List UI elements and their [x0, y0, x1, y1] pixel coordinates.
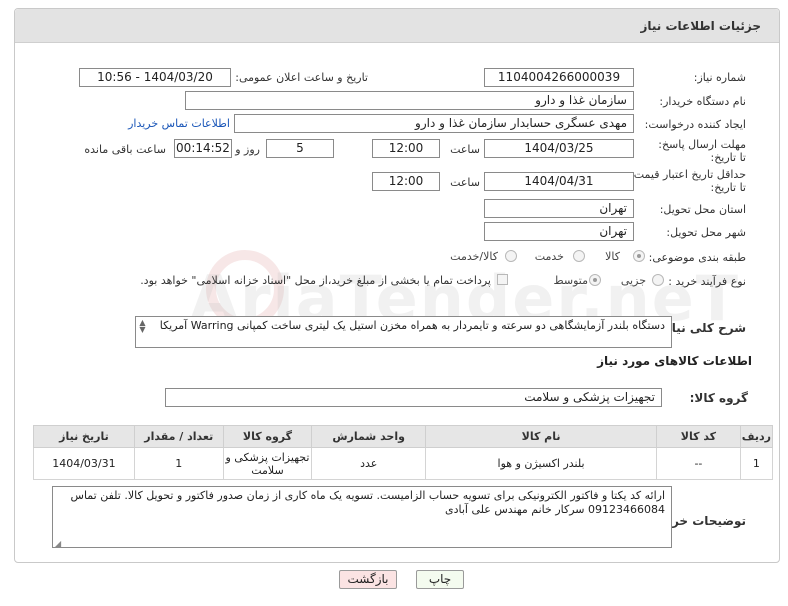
category-option-goods-service: کالا/خدمت — [450, 250, 498, 263]
cell-need-date: 1404/03/31 — [33, 447, 135, 480]
requester-label: ایجاد کننده درخواست: — [644, 118, 746, 131]
goods-section-title: اطلاعات کالاهای مورد نیاز — [597, 354, 752, 368]
buyer-org-field: سازمان غذا و دارو — [185, 91, 634, 110]
header-item-name: نام کالا — [425, 425, 658, 448]
buyer-notes-field: ارائه کد یکتا و فاکتور الکترونیکی برای ت… — [52, 486, 672, 548]
deadline-time-field: 12:00 — [372, 139, 440, 158]
province-field: تهران — [484, 199, 634, 218]
deadline-label: مهلت ارسال پاسخ: تا تاریخ: — [658, 138, 746, 164]
process-radio-medium[interactable] — [589, 274, 601, 286]
goods-group-label: گروه کالا: — [689, 391, 748, 405]
process-radio-minor[interactable] — [652, 274, 664, 286]
cell-item-code: -- — [656, 447, 741, 480]
header-row-number: ردیف — [739, 425, 774, 448]
days-label: روز و — [235, 143, 260, 156]
resize-handle-icon[interactable]: ◢ — [55, 539, 61, 548]
header-item-group: گروه کالا — [222, 425, 313, 448]
deadline-date-field: 1404/03/25 — [484, 139, 634, 158]
cell-item-group: تجهیزات پزشکی و سلامت — [222, 447, 313, 480]
back-button[interactable]: بازگشت — [339, 570, 397, 589]
remaining-label: ساعت باقی مانده — [84, 143, 166, 156]
announce-field: 1404/03/20 - 10:56 — [79, 68, 231, 87]
cell-row-number: 1 — [739, 447, 774, 480]
table-row: 1 -- بلندر اکسیژن و هوا عدد تجهیزات پزشک… — [33, 447, 774, 480]
province-label: استان محل تحویل: — [659, 203, 746, 216]
table-header-row: ردیف کد کالا نام کالا واحد شمارش گروه کا… — [33, 425, 774, 448]
remaining-time-field: 00:14:52 — [174, 139, 232, 158]
category-radio-service[interactable] — [573, 250, 585, 262]
cell-unit: عدد — [311, 447, 427, 480]
page-title: جزئیات اطلاعات نیاز — [640, 19, 761, 33]
need-number-label: شماره نیاز: — [693, 71, 746, 84]
cell-quantity: 1 — [133, 447, 224, 480]
header-item-code: کد کالا — [656, 425, 741, 448]
category-option-service: خدمت — [534, 250, 564, 263]
payment-checkbox[interactable] — [497, 274, 508, 285]
days-field: 5 — [266, 139, 334, 158]
process-option-medium: متوسط — [553, 274, 588, 287]
description-label: شرح کلی نیاز: — [660, 321, 746, 335]
price-validity-date-field: 1404/04/31 — [484, 172, 634, 191]
buyer-contact-link[interactable]: اطلاعات تماس خریدار — [128, 117, 230, 130]
price-validity-label: حداقل تاریخ اعتبار قیمت: تا تاریخ: — [630, 168, 746, 194]
deadline-time-label: ساعت — [450, 143, 480, 156]
header-quantity: تعداد / مقدار — [133, 425, 224, 448]
announce-label: تاریخ و ساعت اعلان عمومی: — [235, 71, 368, 84]
cell-item-name: بلندر اکسیژن و هوا — [425, 447, 658, 480]
payment-note: پرداخت تمام یا بخشی از مبلغ خرید،از محل … — [140, 274, 491, 287]
print-button[interactable]: چاپ — [416, 570, 464, 589]
header-need-date: تاریخ نیاز — [33, 425, 135, 448]
process-option-minor: جزیی — [620, 274, 646, 287]
process-label: نوع فرآیند خرید : — [668, 275, 746, 288]
header-unit: واحد شمارش — [311, 425, 427, 448]
items-table: ردیف کد کالا نام کالا واحد شمارش گروه کا… — [33, 425, 774, 480]
scroll-arrows-icon[interactable]: ▲ ▼ — [138, 319, 147, 334]
category-option-goods: کالا — [605, 250, 620, 263]
city-label: شهر محل تحویل: — [666, 226, 746, 239]
city-field: تهران — [484, 222, 634, 241]
buyer-org-label: نام دستگاه خریدار: — [659, 95, 746, 108]
requester-field: مهدی عسگری حسابدار سازمان غذا و دارو — [234, 114, 634, 133]
goods-group-field: تجهیزات پزشکی و سلامت — [165, 388, 662, 407]
need-number-field: 1104004266000039 — [484, 68, 634, 87]
panel-header: جزئیات اطلاعات نیاز — [15, 9, 779, 43]
description-field: دستگاه بلندر آزمایشگاهی دو سرعته و تایمر… — [135, 316, 672, 348]
price-validity-time-label: ساعت — [450, 176, 480, 189]
category-radio-goods-service[interactable] — [505, 250, 517, 262]
category-label: طبقه بندی موضوعی: — [648, 251, 746, 264]
category-radio-goods[interactable] — [633, 250, 645, 262]
price-validity-time-field: 12:00 — [372, 172, 440, 191]
